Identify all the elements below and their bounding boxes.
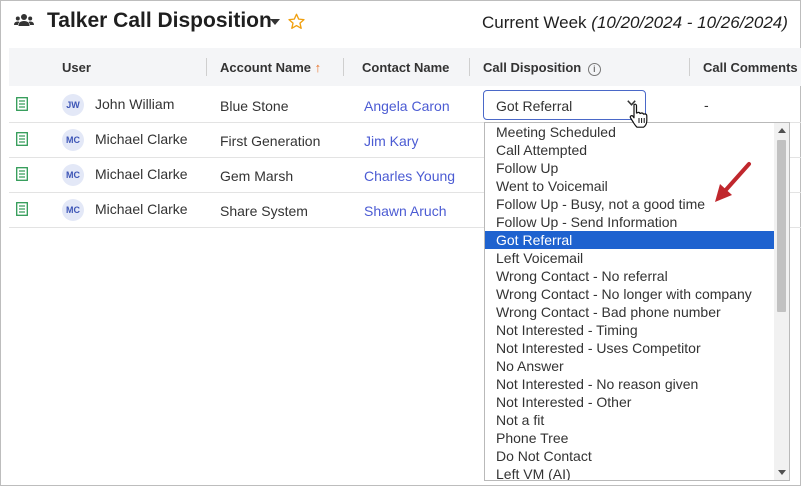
info-icon[interactable]: i <box>587 63 601 76</box>
dropdown-option[interactable]: Not a fit <box>485 411 774 429</box>
call-disposition-selected-value: Got Referral <box>496 98 573 114</box>
contact-link[interactable]: Shawn Aruch <box>364 203 447 219</box>
column-header-contact-name[interactable]: Contact Name <box>362 60 449 75</box>
page-title: Talker Call Disposition <box>47 9 272 32</box>
people-icon <box>14 14 34 26</box>
contact-link[interactable]: Angela Caron <box>364 98 450 114</box>
dropdown-scrollbar[interactable] <box>774 123 789 480</box>
dropdown-option[interactable]: Not Interested - Timing <box>485 321 774 339</box>
week-range: (10/20/2024 - 10/26/2024) <box>591 13 788 32</box>
dropdown-option[interactable]: Call Attempted <box>485 141 774 159</box>
call-comments[interactable]: - <box>704 97 709 113</box>
user-name: John William <box>95 96 175 112</box>
dropdown-option[interactable]: Do Not Contact <box>485 447 774 465</box>
user-name: Michael Clarke <box>95 166 188 182</box>
column-divider <box>206 58 207 76</box>
week-indicator: Current Week (10/20/2024 - 10/26/2024) <box>482 13 788 33</box>
hand-pointer-cursor-icon <box>629 103 648 128</box>
dropdown-option[interactable]: Wrong Contact - Bad phone number <box>485 303 774 321</box>
dropdown-option[interactable]: Follow Up - Send Information <box>485 213 774 231</box>
week-label: Current Week <box>482 13 587 32</box>
avatar: MC <box>62 129 84 151</box>
page-header: Talker Call Disposition Current Week (10… <box>0 0 801 46</box>
avatar: MC <box>62 199 84 221</box>
account-name: First Generation <box>220 133 321 149</box>
avatar: JW <box>62 94 84 116</box>
scrollbar-thumb[interactable] <box>777 140 786 312</box>
table-row: JW John William Blue Stone Angela Caron … <box>9 87 801 123</box>
dropdown-option[interactable]: Not Interested - No reason given <box>485 375 774 393</box>
contact-link[interactable]: Charles Young <box>364 168 455 184</box>
document-icon[interactable] <box>16 132 28 146</box>
dropdown-option[interactable]: Wrong Contact - No referral <box>485 267 774 285</box>
dropdown-option[interactable]: Wrong Contact - No longer with company <box>485 285 774 303</box>
document-icon[interactable] <box>16 202 28 216</box>
dropdown-option[interactable]: No Answer <box>485 357 774 375</box>
sort-ascending-icon[interactable]: ↑ <box>315 60 322 75</box>
column-divider <box>343 58 344 76</box>
user-name: Michael Clarke <box>95 131 188 147</box>
contact-link[interactable]: Jim Kary <box>364 133 418 149</box>
column-divider <box>689 58 690 76</box>
red-arrow-icon <box>715 162 751 202</box>
document-icon[interactable] <box>16 97 28 111</box>
dropdown-option[interactable]: Phone Tree <box>485 429 774 447</box>
title-dropdown-caret-icon[interactable] <box>270 19 280 25</box>
star-outline-icon[interactable] <box>288 13 305 30</box>
dropdown-option[interactable]: Left Voicemail <box>485 249 774 267</box>
column-header-account-name[interactable]: Account Name ↑ <box>220 60 321 75</box>
account-name: Gem Marsh <box>220 168 294 184</box>
dropdown-option[interactable]: Not Interested - Other <box>485 393 774 411</box>
table-header: User Account Name ↑ Contact Name Call Di… <box>9 48 801 86</box>
dropdown-option[interactable]: Got Referral <box>485 231 774 249</box>
scroll-up-arrow-icon[interactable] <box>778 128 786 133</box>
dropdown-option[interactable]: Not Interested - Uses Competitor <box>485 339 774 357</box>
avatar: MC <box>62 164 84 186</box>
column-header-user[interactable]: User <box>62 60 91 75</box>
scroll-down-arrow-icon[interactable] <box>778 470 786 475</box>
document-icon[interactable] <box>16 167 28 181</box>
column-header-call-comments[interactable]: Call Comments <box>703 60 798 75</box>
call-disposition-select[interactable]: Got Referral <box>483 90 646 120</box>
account-name: Blue Stone <box>220 98 289 114</box>
column-header-call-disposition[interactable]: Call Disposition i <box>483 60 601 76</box>
account-name: Share System <box>220 203 308 219</box>
column-divider <box>469 58 470 76</box>
user-name: Michael Clarke <box>95 201 188 217</box>
dropdown-option[interactable]: Left VM (AI) <box>485 465 774 480</box>
